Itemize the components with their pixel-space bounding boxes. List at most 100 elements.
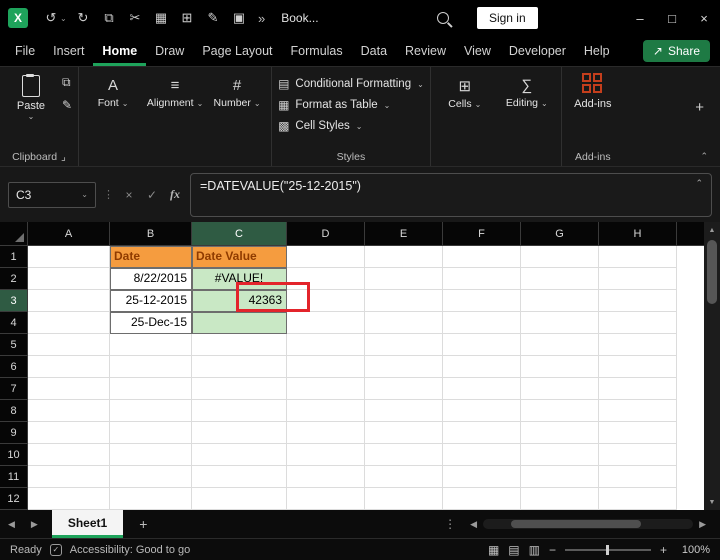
cell-H7[interactable]	[599, 378, 677, 400]
chart-icon[interactable]: ▦	[148, 10, 174, 26]
formula-bar-expand-icon[interactable]: ⌃	[695, 178, 703, 189]
cell-H1[interactable]	[599, 246, 677, 268]
cancel-formula-icon[interactable]: ×	[121, 188, 137, 202]
formula-input[interactable]: =DATEVALUE("25-12-2015") ⌃	[190, 172, 712, 217]
cell-F3[interactable]	[443, 290, 521, 312]
cut-icon[interactable]: ✂	[122, 10, 148, 26]
column-header-c[interactable]: C	[192, 222, 287, 246]
cell-C12[interactable]	[192, 488, 287, 510]
minimize-button[interactable]: –	[624, 0, 656, 36]
menu-item-view[interactable]: View	[455, 36, 500, 66]
sign-in-button[interactable]: Sign in	[476, 7, 538, 29]
enter-formula-icon[interactable]: ✓	[144, 188, 160, 202]
cell-C1[interactable]: Date Value	[192, 246, 287, 268]
select-all-corner[interactable]	[0, 222, 28, 246]
horizontal-scroll-thumb[interactable]	[511, 520, 642, 528]
cell-H11[interactable]	[599, 466, 677, 488]
insert-function-icon[interactable]: fx	[167, 187, 183, 202]
cell-F6[interactable]	[443, 356, 521, 378]
accessibility-status[interactable]: Accessibility: Good to go	[70, 544, 190, 556]
cells-button[interactable]: ⊞ Cells ⌄	[437, 71, 493, 110]
vertical-scrollbar[interactable]: ▲ ▼	[704, 222, 720, 510]
format-as-table-button[interactable]: ▦ Format as Table ⌄	[278, 98, 424, 112]
cell-A8[interactable]	[28, 400, 110, 422]
hscroll-left-icon[interactable]: ◀	[464, 519, 483, 530]
cell-B9[interactable]	[110, 422, 192, 444]
cell-H6[interactable]	[599, 356, 677, 378]
cell-D3[interactable]	[287, 290, 365, 312]
paste-chevron-icon[interactable]: ⌄	[28, 112, 35, 121]
cell-F9[interactable]	[443, 422, 521, 444]
cell-G11[interactable]	[521, 466, 599, 488]
row-header-11[interactable]: 11	[0, 466, 28, 488]
cell-C9[interactable]	[192, 422, 287, 444]
tab-options-icon[interactable]: ⋮	[436, 517, 464, 531]
cell-G6[interactable]	[521, 356, 599, 378]
cell-H9[interactable]	[599, 422, 677, 444]
cell-G7[interactable]	[521, 378, 599, 400]
alignment-button[interactable]: ≡ Alignment ⌄	[147, 71, 203, 109]
row-header-12[interactable]: 12	[0, 488, 28, 510]
cell-B12[interactable]	[110, 488, 192, 510]
cell-F5[interactable]	[443, 334, 521, 356]
cell-F10[interactable]	[443, 444, 521, 466]
column-header-e[interactable]: E	[365, 222, 443, 246]
cell-A1[interactable]	[28, 246, 110, 268]
excel-app-icon[interactable]: X	[8, 8, 28, 28]
cell-A6[interactable]	[28, 356, 110, 378]
cell-F11[interactable]	[443, 466, 521, 488]
maximize-button[interactable]: □	[656, 0, 688, 36]
cell-E1[interactable]	[365, 246, 443, 268]
cell-C8[interactable]	[192, 400, 287, 422]
clipboard-dialog-launcher-icon[interactable]: ⌟	[61, 151, 66, 163]
undo-chevron-icon[interactable]: ⌄	[60, 14, 70, 23]
cell-E11[interactable]	[365, 466, 443, 488]
cell-E9[interactable]	[365, 422, 443, 444]
menu-item-help[interactable]: Help	[575, 36, 619, 66]
cell-D4[interactable]	[287, 312, 365, 334]
cells-grid-icon[interactable]: ▣	[226, 10, 252, 26]
cell-A4[interactable]	[28, 312, 110, 334]
cell-C4[interactable]	[192, 312, 287, 334]
hscroll-track[interactable]	[483, 519, 694, 529]
cell-E7[interactable]	[365, 378, 443, 400]
zoom-percentage[interactable]: 100%	[676, 544, 710, 556]
menu-item-home[interactable]: Home	[93, 36, 146, 66]
cell-B8[interactable]	[110, 400, 192, 422]
column-header-g[interactable]: G	[521, 222, 599, 246]
cell-B2[interactable]: 8/22/2015	[110, 268, 192, 290]
cell-D7[interactable]	[287, 378, 365, 400]
row-header-9[interactable]: 9	[0, 422, 28, 444]
cell-A3[interactable]	[28, 290, 110, 312]
cell-C2[interactable]: #VALUE!	[192, 268, 287, 290]
cell-G3[interactable]	[521, 290, 599, 312]
row-header-8[interactable]: 8	[0, 400, 28, 422]
collapse-ribbon-icon[interactable]: ⌃	[700, 151, 708, 162]
page-break-view-icon[interactable]: ▥	[529, 543, 540, 557]
zoom-slider[interactable]	[564, 544, 651, 555]
cell-A10[interactable]	[28, 444, 110, 466]
hscroll-right-icon[interactable]: ▶	[693, 519, 712, 530]
horizontal-scrollbar[interactable]: ◀ ▶	[464, 519, 712, 530]
cell-E2[interactable]	[365, 268, 443, 290]
menu-item-page-layout[interactable]: Page Layout	[193, 36, 281, 66]
zoom-in-icon[interactable]: +	[660, 543, 667, 557]
cell-F12[interactable]	[443, 488, 521, 510]
cell-D2[interactable]	[287, 268, 365, 290]
zoom-slider-thumb[interactable]	[605, 544, 609, 555]
cell-H10[interactable]	[599, 444, 677, 466]
number-button[interactable]: # Number ⌄	[209, 71, 265, 109]
paste-options-icon[interactable]: ⧉	[62, 75, 72, 90]
column-header-b[interactable]: B	[110, 222, 192, 246]
cell-E5[interactable]	[365, 334, 443, 356]
cell-D12[interactable]	[287, 488, 365, 510]
cell-A5[interactable]	[28, 334, 110, 356]
cell-C11[interactable]	[192, 466, 287, 488]
cell-A11[interactable]	[28, 466, 110, 488]
cell-B6[interactable]	[110, 356, 192, 378]
row-header-4[interactable]: 4	[0, 312, 28, 334]
cell-F7[interactable]	[443, 378, 521, 400]
row-header-6[interactable]: 6	[0, 356, 28, 378]
row-header-10[interactable]: 10	[0, 444, 28, 466]
menu-item-file[interactable]: File	[6, 36, 44, 66]
